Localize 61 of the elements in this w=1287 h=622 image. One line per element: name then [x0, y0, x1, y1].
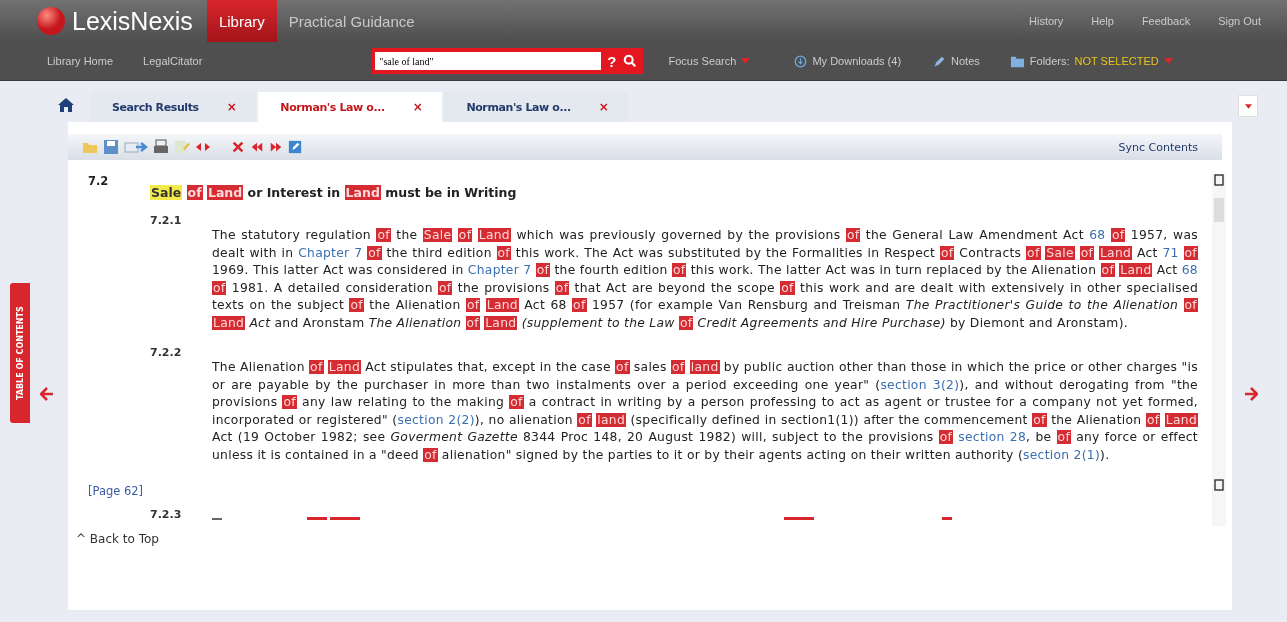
marker-icon: [1214, 479, 1224, 491]
header-link[interactable]: Sign Out: [1218, 15, 1261, 27]
close-button[interactable]: ×: [226, 100, 237, 114]
link[interactable]: 71: [1162, 245, 1179, 260]
link[interactable]: section 28: [958, 430, 1027, 444]
rewind-icon[interactable]: [250, 140, 264, 154]
caret-icon[interactable]: [1244, 103, 1252, 109]
folders-value[interactable]: NOT SELECTED: [1074, 55, 1159, 67]
close-button[interactable]: ×: [598, 100, 609, 114]
logo-icon: [36, 6, 66, 36]
downloads-link[interactable]: My Downloads (4): [812, 55, 902, 67]
save-icon[interactable]: [103, 139, 119, 155]
header-link[interactable]: History: [1029, 15, 1064, 27]
brand-name: LexisNexis: [72, 6, 193, 36]
link[interactable]: Chapter 7: [467, 263, 532, 277]
home-icon[interactable]: [58, 97, 74, 113]
close-button[interactable]: ×: [412, 100, 423, 114]
dropdown-button[interactable]: [1238, 95, 1258, 117]
page-marker: [Page 62]: [88, 484, 145, 498]
fast-forward-icon[interactable]: [269, 140, 283, 154]
back-to-top-link[interactable]: ^ Back to Top: [76, 532, 1232, 546]
header-link[interactable]: Help: [1091, 15, 1114, 27]
link[interactable]: 68: [1181, 263, 1198, 277]
subsection-number: 7.2.1: [150, 214, 183, 229]
print-icon[interactable]: [153, 139, 169, 155]
next-arrow-icon[interactable]: [1244, 387, 1258, 401]
link[interactable]: section 3(2): [880, 377, 960, 392]
notes-link[interactable]: Notes: [951, 55, 980, 67]
subsection-number: 7.2.3: [150, 508, 183, 522]
focus-search-menu[interactable]: Focus Search: [668, 55, 737, 67]
download-icon[interactable]: [794, 54, 808, 68]
nav-link[interactable]: Library Home: [47, 55, 114, 67]
link[interactable]: section 2(1): [1023, 447, 1101, 462]
product-tab[interactable]: Library: [206, 0, 277, 42]
paragraph: The Alienation of Land Act stipulates that, except in the case of sales of land by public auction other than those in which the price or other charges "is or are payable by the purchaser in more than two instalments over a period exceeding one year" (section 3(2)), and without derogating from "the provisions of any law relating to the making of a contract in writing by a person professing to act as agent or trustee for a company not yet formed, incorporated or registered" (section 2(2)), no alienation of land (specifically defined in section1(1)) after the commencement of the Alienation of Land Act (19 October 1982; see Goverment Gazette 8344 Proc 148, 20 August 1982) will, subject to the provisions of section 28, be of any force or effect unless it is contained in a "deed of alienation" signed by the parties to it or by their agents acting on their written authority (section 2(1)).: [212, 359, 1198, 464]
marker-icon: [1214, 174, 1224, 186]
section-number: 7.2: [88, 174, 110, 188]
nav-link[interactable]: LegalCitator: [143, 55, 203, 67]
link[interactable]: 68: [1089, 228, 1106, 242]
help-button[interactable]: ?: [607, 52, 617, 70]
search-field[interactable]: "sale of land": [375, 52, 602, 70]
previous-arrow-icon[interactable]: [40, 387, 54, 401]
delete-icon[interactable]: [231, 140, 245, 154]
document-tab[interactable]: Norman's Law o... ×: [444, 92, 629, 122]
product-tab[interactable]: Practical Guidance: [276, 0, 427, 42]
scrollbar[interactable]: [1212, 174, 1226, 526]
folders-label: Folders:: [1029, 55, 1070, 67]
sync-contents-button[interactable]: Sync Contents: [1112, 139, 1204, 155]
link[interactable]: Chapter 7: [298, 245, 363, 260]
document-tab[interactable]: Norman's Law o... ×: [258, 92, 443, 122]
search-icon[interactable]: [622, 54, 637, 68]
scrollbar-thumb[interactable]: [1214, 198, 1224, 222]
edit-icon[interactable]: [288, 140, 302, 154]
header-link[interactable]: Feedback: [1141, 15, 1191, 27]
table-of-contents-tab[interactable]: TABLE OF CONTENTS: [10, 283, 30, 423]
document-tab[interactable]: Search Results ×: [90, 92, 257, 122]
subsection-number: 7.2.2: [150, 346, 183, 361]
section-heading: Sale of Land or Interest in Land must be in Writing: [150, 185, 517, 200]
link[interactable]: section 2(2): [397, 412, 475, 427]
pencil-icon[interactable]: [933, 54, 947, 68]
paragraph: The statutory regulation of the Sale of Land which was previously governed by the provisions of the General Law Amendment Act 68 of 1957, was dealt with in Chapter 7 of the third edition of this work. The Act was substituted by the Formalities in Respect of Contracts of Sale of Land Act 71 of 1969. This latter Act was considered in Chapter 7 of the fourth edition of this work. The latter Act was in turn replaced by the Alienation of Land Act 68 of 1981. A detailed consideration of the provisions of that Act are beyond the scope of this work and are dealt with extensively in other specialised texts on the subject of the Alienation of Land Act 68 of 1957 (for example Van Rensburg and Treisman The Practitioner's Guide to the Alienation of Land Act and Aronstam The Alienation of Land (supplement to the Law of Credit Agreements and Hire Purchase) by Diemont and Aronstam).: [212, 227, 1198, 332]
